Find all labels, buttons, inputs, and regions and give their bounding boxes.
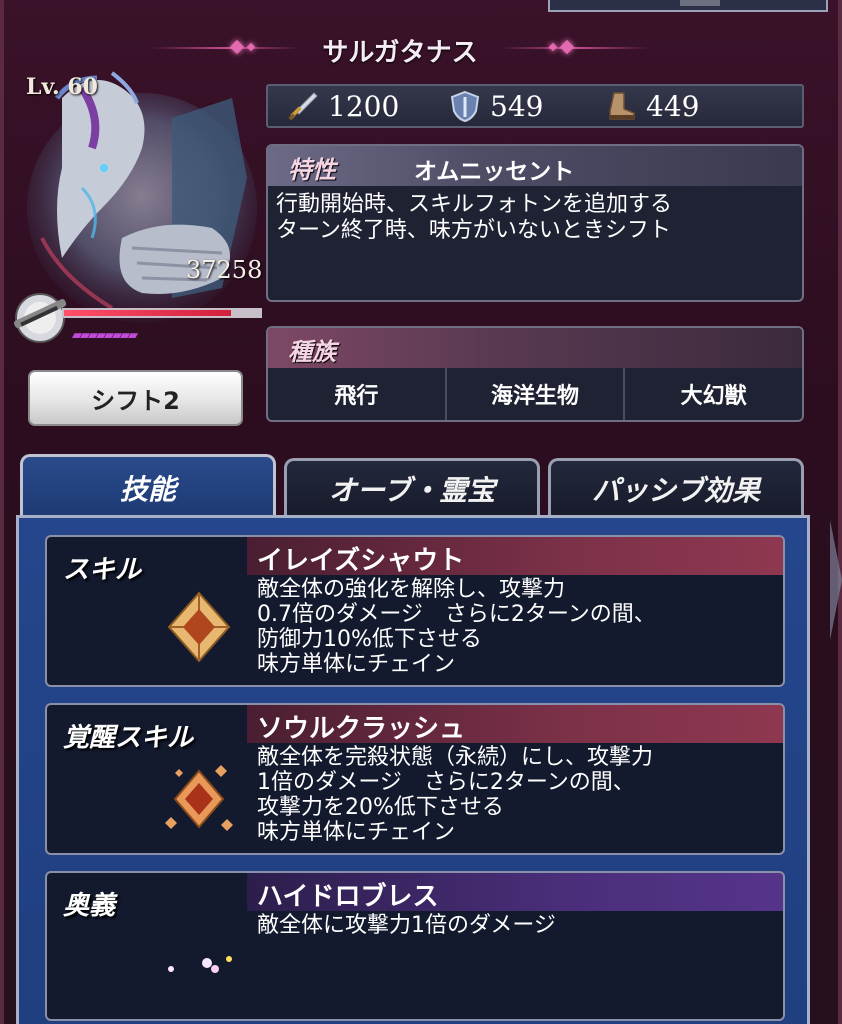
skill-name-bar: イレイズシャウト xyxy=(247,537,783,576)
top-tab-fragment[interactable] xyxy=(548,0,828,12)
shift-gauge-fill xyxy=(64,310,231,316)
tab-orbs[interactable]: オーブ・霊宝 xyxy=(284,458,540,516)
tribe-row: 飛行 海洋生物 大幻獣 xyxy=(268,368,802,420)
shield-icon xyxy=(450,90,480,123)
skill-card[interactable]: スキル イレイズシャウト 敵全体の強化を解除し、攻撃力 0.7倍のダメージ さら… xyxy=(45,535,785,687)
crescent-moon-icon xyxy=(168,939,232,999)
skill-description: 敵全体を完殺状態（永続）にし、攻撃力 1倍のダメージ さらに2ターンの間、 攻撃… xyxy=(257,745,654,845)
skill-description: 敵全体の強化を解除し、攻撃力 0.7倍のダメージ さらに2ターンの間、 防御力1… xyxy=(257,577,656,677)
awakened-crystal-icon xyxy=(165,765,233,831)
boot-icon xyxy=(609,92,635,120)
gold-crystal-icon xyxy=(167,591,231,663)
skill-card[interactable]: 奥義 ハイドロブレス 敵全体に攻撃力1倍のダメージ xyxy=(45,871,785,1021)
tribe-item: 飛行 xyxy=(268,368,447,420)
scroll-right-arrow-icon[interactable] xyxy=(830,520,842,640)
shift-gauge-icon xyxy=(14,293,67,343)
trait-line: 行動開始時、スキルフォトンを追加する xyxy=(276,192,673,217)
trait-panel: 特性 オムニッセント 行動開始時、スキルフォトンを追加する ターン終了時、味方が… xyxy=(266,144,804,302)
speed-stat: 449 xyxy=(604,88,699,124)
shift-gauge-bar xyxy=(62,308,262,318)
tribe-label: 種族 xyxy=(288,338,336,366)
tribe-panel: 種族 飛行 海洋生物 大幻獣 xyxy=(266,326,804,422)
tab-skills[interactable]: 技能 xyxy=(20,454,276,518)
shift-gauge-pips: ▰▰▰▰▰▰▰▰ xyxy=(72,328,138,343)
trait-label: 特性 xyxy=(288,156,336,184)
skill-name: ソウルクラッシュ xyxy=(257,714,466,744)
sword-icon xyxy=(288,92,318,121)
shift-button[interactable]: シフト2 xyxy=(28,370,243,426)
skill-type-label: スキル xyxy=(63,555,142,585)
skill-card[interactable]: 覚醒スキル ソウルクラッシュ 敵全体を完殺状態（永続）にし、攻撃力 1倍のダメー… xyxy=(45,703,785,855)
speed-value: 449 xyxy=(646,89,700,123)
defense-value: 549 xyxy=(490,89,544,123)
skills-content: スキル イレイズシャウト 敵全体の強化を解除し、攻撃力 0.7倍のダメージ さら… xyxy=(16,515,810,1024)
attack-value: 1200 xyxy=(328,89,400,123)
skill-name-bar: ハイドロブレス xyxy=(247,873,783,912)
trait-line: ターン終了時、味方がいないときシフト xyxy=(276,218,671,243)
defense-stat: 549 xyxy=(448,88,543,124)
skill-name: イレイズシャウト xyxy=(257,546,465,576)
tab-nub xyxy=(680,0,720,6)
level-label: Lv. 60 xyxy=(26,74,98,100)
tribe-item: 大幻獣 xyxy=(680,384,747,409)
trait-header: 特性 オムニッセント xyxy=(268,146,802,186)
shift-gauge: ▰▰▰▰▰▰▰▰ xyxy=(10,288,262,348)
skill-type-label: 奥義 xyxy=(63,891,116,921)
attack-stat: 1200 xyxy=(286,88,399,124)
stats-bar: 1200 549 449 xyxy=(266,84,804,128)
skill-name-bar: ソウルクラッシュ xyxy=(247,705,783,744)
trait-description: 行動開始時、スキルフォトンを追加する ターン終了時、味方がいないときシフト xyxy=(268,186,802,250)
tribe-item: 海洋生物 xyxy=(447,368,626,420)
skill-description: 敵全体に攻撃力1倍のダメージ xyxy=(257,913,556,938)
tab-passive[interactable]: パッシブ効果 xyxy=(548,458,804,516)
skill-name: ハイドロブレス xyxy=(257,882,439,912)
trait-name: オムニッセント xyxy=(414,159,575,185)
tribe-header: 種族 xyxy=(268,328,802,368)
hp-value: 37258 xyxy=(186,256,263,284)
skill-type-label: 覚醒スキル xyxy=(63,723,194,753)
